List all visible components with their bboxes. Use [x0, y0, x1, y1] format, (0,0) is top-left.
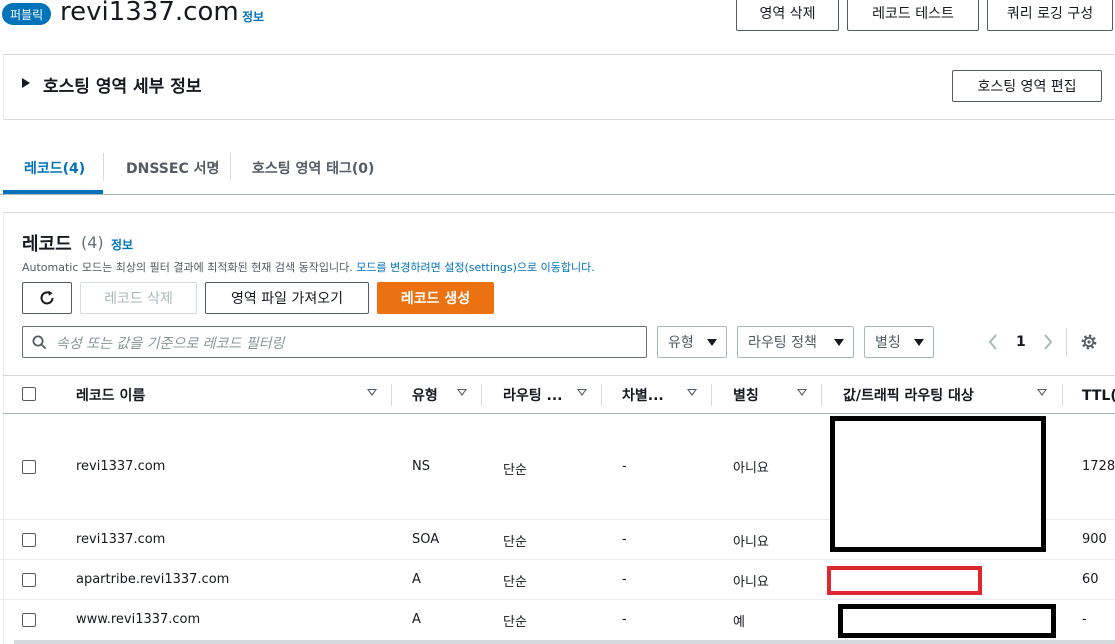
next-page-icon[interactable] [1042, 333, 1054, 351]
row-divider [0, 559, 1115, 560]
record-alias: 아니요 [733, 575, 769, 590]
column-separator[interactable] [711, 384, 712, 406]
record-alias: 아니요 [733, 461, 769, 476]
tab-bar [0, 194, 1115, 195]
column-separator[interactable] [821, 384, 822, 406]
zone-info-link[interactable]: 정보 [242, 8, 264, 25]
select-all-checkbox[interactable] [22, 387, 36, 401]
prev-page-icon[interactable] [987, 333, 999, 351]
sort-icon[interactable] [577, 389, 587, 396]
mode-settings-link[interactable]: 모드를 변경하려면 설정(settings)으로 이동합니다. [356, 261, 594, 274]
column-separator[interactable] [601, 384, 602, 406]
public-badge: 퍼블릭 [2, 3, 52, 25]
record-routing: 단순 [503, 463, 527, 478]
routing-filter-label: 라우팅 정책 [748, 335, 817, 351]
column-header-name[interactable]: 레코드 이름 [76, 376, 145, 414]
redaction-box [838, 604, 1056, 638]
horizontal-scrollbar[interactable] [14, 640, 1115, 644]
record-ttl: - [1082, 612, 1087, 627]
column-header-diff[interactable]: 차별... [622, 376, 664, 414]
record-type: A [412, 612, 421, 627]
sort-icon[interactable] [687, 389, 697, 396]
redaction-box [827, 566, 982, 595]
record-name: apartribe.revi1337.com [76, 572, 230, 587]
tab-records-indicator [3, 190, 103, 194]
record-type: SOA [412, 532, 440, 547]
type-filter-dropdown[interactable]: 유형 [657, 326, 727, 358]
record-alias: 아니요 [733, 535, 769, 550]
tab-divider [230, 153, 231, 181]
mode-description: Automatic 모드는 최상의 필터 결과에 최적화된 현재 검색 동작입니… [22, 259, 595, 275]
record-diff: - [622, 532, 627, 547]
record-ttl: 900 [1082, 532, 1107, 547]
column-header-routing[interactable]: 라우팅 ... [503, 376, 562, 414]
row-checkbox[interactable] [22, 573, 36, 587]
alias-filter-dropdown[interactable]: 별칭 [864, 326, 934, 358]
record-alias: 예 [733, 615, 745, 630]
column-separator[interactable] [1062, 384, 1063, 406]
sort-icon[interactable] [797, 389, 807, 396]
row-checkbox[interactable] [22, 613, 36, 627]
record-diff: - [622, 459, 627, 474]
record-routing: 단순 [503, 575, 527, 590]
routing-filter-dropdown[interactable]: 라우팅 정책 [737, 326, 854, 358]
search-placeholder: 속성 또는 값을 기준으로 레코드 필터링 [56, 336, 285, 352]
column-header-ttl[interactable]: TTL(초 [1082, 376, 1115, 414]
records-count: (4) [81, 233, 104, 252]
row-checkbox[interactable] [22, 533, 36, 547]
create-record-button[interactable]: 레코드 생성 [377, 282, 494, 314]
record-name: revi1337.com [76, 532, 166, 547]
column-separator[interactable] [391, 384, 392, 406]
tab-dnssec[interactable]: DNSSEC 서명 [126, 158, 219, 178]
delete-zone-button[interactable]: 영역 삭제 [736, 0, 839, 31]
record-name: revi1337.com [76, 459, 166, 474]
page-number[interactable]: 1 [1016, 334, 1026, 350]
tab-tags[interactable]: 호스팅 영역 태그(0) [252, 158, 374, 178]
search-input[interactable]: 속성 또는 값을 기준으로 레코드 필터링 [22, 326, 647, 358]
refresh-button[interactable] [22, 282, 72, 314]
row-checkbox[interactable] [22, 460, 36, 474]
column-header-type[interactable]: 유형 [412, 376, 438, 414]
sort-icon[interactable] [457, 389, 467, 396]
column-header-value[interactable]: 값/트래픽 라우팅 대상 [843, 376, 974, 414]
type-filter-label: 유형 [668, 335, 694, 351]
edit-zone-button[interactable]: 호스팅 영역 편집 [952, 70, 1102, 102]
zone-title: revi1337.com [60, 0, 239, 27]
delete-record-button[interactable]: 레코드 삭제 [80, 282, 197, 314]
pagination-divider [1066, 328, 1067, 356]
column-separator[interactable] [481, 384, 482, 406]
tab-records[interactable]: 레코드(4) [24, 158, 85, 178]
test-record-button[interactable]: 레코드 테스트 [847, 0, 979, 31]
record-type: NS [412, 459, 430, 474]
record-diff: - [622, 572, 627, 587]
expand-caret-icon[interactable] [22, 78, 30, 88]
record-diff: - [622, 612, 627, 627]
sort-icon[interactable] [1037, 389, 1047, 396]
caret-down-icon [914, 338, 924, 346]
row-divider [0, 599, 1115, 600]
mode-text: Automatic 모드는 최상의 필터 결과에 최적화된 현재 검색 동작입니… [22, 261, 353, 274]
redaction-box [830, 416, 1046, 552]
query-logging-button[interactable]: 쿼리 로깅 구성 [987, 0, 1113, 31]
gear-icon[interactable] [1080, 333, 1098, 351]
record-ttl: 60 [1082, 572, 1099, 587]
record-routing: 단순 [503, 535, 527, 550]
records-info-link[interactable]: 정보 [111, 236, 133, 253]
import-zone-file-button[interactable]: 영역 파일 가져오기 [205, 282, 369, 314]
sort-icon[interactable] [367, 389, 377, 396]
caret-down-icon [707, 338, 717, 346]
record-routing: 단순 [503, 615, 527, 630]
caret-down-icon [834, 338, 844, 346]
column-header-alias[interactable]: 별칭 [733, 376, 759, 414]
alias-filter-label: 별칭 [875, 335, 901, 351]
search-icon [32, 335, 47, 350]
record-type: A [412, 572, 421, 587]
refresh-icon [40, 290, 54, 305]
tab-divider [103, 153, 104, 181]
records-title: 레코드 [22, 234, 72, 255]
details-title[interactable]: 호스팅 영역 세부 정보 [43, 72, 202, 97]
record-name: www.revi1337.com [76, 612, 201, 627]
record-ttl: 1728 [1082, 459, 1115, 474]
